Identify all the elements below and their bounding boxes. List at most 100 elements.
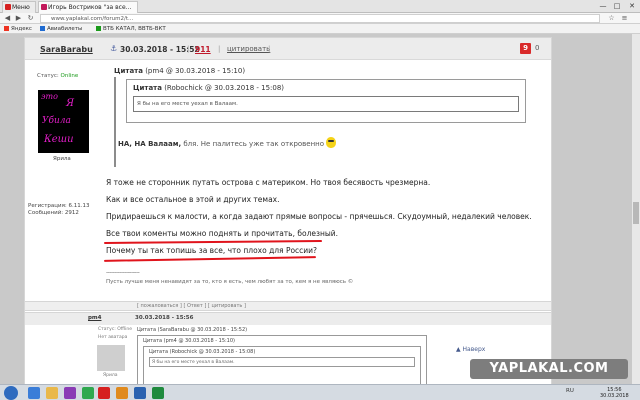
quote-label: Цитата [133,84,162,92]
close-icon[interactable]: ✕ [625,0,639,12]
app-icon[interactable] [82,387,94,399]
separator: | [218,45,221,53]
scroll-thumb[interactable] [633,202,639,224]
post-body: Цитата (pm4 @ 30.03.2018 - 15:10) Цитата… [101,61,551,341]
post-author-link[interactable]: pm4 [88,313,102,324]
minimize-icon[interactable]: — [596,0,610,12]
separator: | [268,45,271,53]
media-icon[interactable] [64,387,76,399]
word-icon[interactable] [134,387,146,399]
reply-text: бля. Не палитесь уже так откровенно [181,140,325,148]
message-line: Придираешься к малости, а когда задают п… [106,212,532,221]
separator: | [187,45,190,53]
page-content: SaraBarabu ⚓ 30.03.2018 - 15:52 | 911 | … [0,34,640,384]
address-bar: ◀ ▶ ↻ www.yaplakal.com/forum2/t... ☆ ≡ [0,13,640,24]
anchor-icon[interactable]: ⚓ [110,44,117,53]
post-date: 30.03.2018 - 15:56 [135,315,194,321]
clock-date: 30.03.2018 [600,393,629,399]
bookmark-star-icon[interactable]: ☆ [607,14,616,23]
message-line: Я тоже не сторонник путать острова с мат… [106,178,431,187]
folder-icon[interactable] [46,387,58,399]
post-header: SaraBarabu ⚓ 30.03.2018 - 15:52 | 911 | … [25,38,551,60]
nested-quote-text: Я бы на его месте уехал в Валаам. [133,96,519,112]
language-indicator[interactable]: RU [566,388,574,394]
avatar[interactable]: это Я Убила Кеши [38,90,89,153]
avatar-text: это [41,92,58,101]
bookmark-label: ВТБ КАТАЛ, ВВТБ-ВКТ [103,26,166,32]
post-actions-bar[interactable]: [ пожаловаться ] [ Ответ ] [ цитировать … [24,301,552,311]
nested-quote-title: Цитата (Robochick @ 30.03.2018 - 15:08) [133,84,284,92]
quote-reply: НА, НА Валаам, бля. Не палитесь уже так … [118,137,337,148]
bookmark-yandex[interactable]: Яндекс [4,25,32,33]
start-icon[interactable] [4,386,18,400]
url-field[interactable]: www.yaplakal.com/forum2/t... [40,14,600,23]
post-number-link[interactable]: 911 [195,45,211,54]
avatar-text: Я [66,98,75,109]
tab-current[interactable]: Игорь Востриков "за все... [38,1,138,13]
quote-title: Цитата (SaraBarabu @ 30.03.2018 - 15:52) [137,327,248,333]
smiley-icon [326,137,337,148]
back-icon[interactable]: ◀ [3,14,12,23]
quote-meta: (Robochick @ 30.03.2018 - 15:08) [164,84,285,92]
user-info: Статус: Online это Я Убила Кеши Ярила Ре… [25,61,101,241]
rating-count: 0 [535,44,540,52]
post-author-link[interactable]: SaraBarabu [40,45,93,54]
quote-box: Цитата (Robochick @ 30.03.2018 - 15:08) … [114,77,530,167]
excel-icon[interactable] [152,387,164,399]
taskbar: RU 15:56 30.03.2018 [0,384,640,400]
quote-label: Цитата [114,67,143,75]
avatar-text: Кеши [44,134,74,145]
registration-date: Регистрация: 6.11.13 [28,203,90,209]
user-status: Статус: Offline [98,327,132,332]
user-meta: Регистрация: 6.11.13 Сообщений: 2912 [28,203,89,217]
maximize-icon[interactable]: □ [610,0,624,12]
red-underline [103,240,323,244]
bookmarks-bar: Яндекс Авиабилеты ВТБ КАТАЛ, ВВТБ-ВКТ [0,24,640,34]
site-favicon-icon [41,4,47,10]
quote-title: Цитата (Robochick @ 30.03.2018 - 15:08) [149,349,256,355]
quote-title: Цитата (pm4 @ 30.03.2018 - 15:10) [114,67,245,75]
user-rank: Ярила [53,156,71,162]
quote-link[interactable]: цитировать [227,45,270,53]
bookmark-label: Яндекс [11,26,32,32]
status-value: Online [60,73,79,79]
avatar[interactable] [97,345,125,371]
bookmark-vtb[interactable]: ВТБ КАТАЛ, ВВТБ-ВКТ [96,25,166,33]
quote-title: Цитата (pm4 @ 30.03.2018 - 15:10) [143,338,235,344]
menu-icon[interactable]: ≡ [620,14,629,23]
plane-icon [40,26,45,31]
forward-icon[interactable]: ▶ [14,14,23,23]
tab-label: Игорь Востриков "за все... [48,4,132,11]
menu-favicon-icon [5,4,11,10]
status-label: Статус: [37,73,59,79]
tab-label: Меню [12,4,30,11]
message-line: Почему ты так топишь за все, что плохо д… [106,246,318,255]
scrollbar[interactable] [632,34,640,384]
screen: Меню Игорь Востриков "за все... — □ ✕ ◀ … [0,0,640,400]
site-logo[interactable]: YAPLAKAL.COM [470,359,628,379]
post-header: pm4 30.03.2018 - 15:56 [25,313,551,325]
forum-post: SaraBarabu ⚓ 30.03.2018 - 15:52 | 911 | … [24,37,552,340]
app-icon[interactable] [116,387,128,399]
back-to-top-link[interactable]: ▲ Наверх [456,346,485,353]
user-status: Статус: Online [37,73,78,79]
opera-icon[interactable] [98,387,110,399]
quote-meta: (pm4 @ 30.03.2018 - 15:10) [145,67,246,75]
yandex-icon [4,26,9,31]
quote-block: Цитата (pm4 @ 30.03.2018 - 15:10) Цитата… [114,67,530,167]
user-rank: Ярила [103,373,118,378]
ie-icon[interactable] [28,387,40,399]
bank-icon [96,26,101,31]
tab-menu[interactable]: Меню [2,1,36,13]
post-count: Сообщений: 2912 [28,210,79,216]
bookmark-avia[interactable]: Авиабилеты [40,25,82,33]
avatar-text: Убила [42,116,71,126]
rating-badge[interactable]: 9 [520,43,531,54]
nested-quote-text: Я бы на его месте уехал в Валаам. [149,357,415,367]
bookmark-label: Авиабилеты [47,26,83,32]
reload-icon[interactable]: ↻ [26,14,35,23]
browser-tab-bar: Меню Игорь Востриков "за все... — □ ✕ [0,0,640,13]
clock[interactable]: 15:56 30.03.2018 [600,387,629,399]
red-underline [103,256,317,262]
signature: Пусть лучше меня ненавидят за то, кто я … [106,279,354,285]
